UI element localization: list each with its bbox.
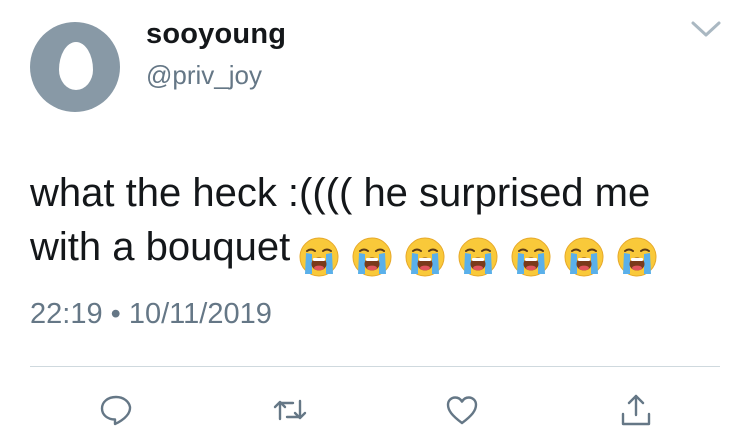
timestamp-separator: • bbox=[110, 298, 121, 330]
display-name[interactable]: sooyoung bbox=[146, 18, 286, 51]
loudly-crying-face-emoji bbox=[405, 237, 445, 277]
retweet-icon bbox=[273, 399, 307, 421]
avatar[interactable] bbox=[30, 22, 120, 112]
tweet-text-line-2: with a bouquet bbox=[30, 220, 720, 277]
divider bbox=[30, 366, 720, 367]
share-icon bbox=[621, 394, 651, 426]
reply-button[interactable] bbox=[98, 392, 134, 428]
loudly-crying-face-emoji bbox=[352, 237, 392, 277]
loudly-crying-face-emoji bbox=[458, 237, 498, 277]
timestamp[interactable]: 22:19 • 10/11/2019 bbox=[30, 298, 272, 331]
share-button[interactable] bbox=[618, 392, 654, 428]
tweet-time: 22:19 bbox=[30, 298, 103, 330]
tweet-text: what the heck :(((( he surprised me with… bbox=[30, 166, 720, 277]
loudly-crying-face-emoji bbox=[299, 237, 339, 277]
tweet-date: 10/11/2019 bbox=[128, 298, 272, 330]
heart-icon bbox=[446, 396, 478, 425]
tweet-text-line-1: what the heck :(((( he surprised me bbox=[30, 171, 651, 215]
tweet-text-line-2-text: with a bouquet bbox=[30, 225, 291, 269]
like-button[interactable] bbox=[444, 392, 480, 428]
speech-bubble-icon bbox=[100, 395, 132, 426]
user-handle[interactable]: @priv_joy bbox=[146, 60, 262, 91]
retweet-button[interactable] bbox=[272, 392, 308, 428]
chevron-down-icon[interactable] bbox=[690, 18, 722, 40]
loudly-crying-face-emoji bbox=[511, 237, 551, 277]
egg-icon bbox=[59, 42, 93, 90]
emoji-row bbox=[298, 227, 669, 277]
loudly-crying-face-emoji bbox=[564, 237, 604, 277]
loudly-crying-face-emoji bbox=[617, 237, 657, 277]
